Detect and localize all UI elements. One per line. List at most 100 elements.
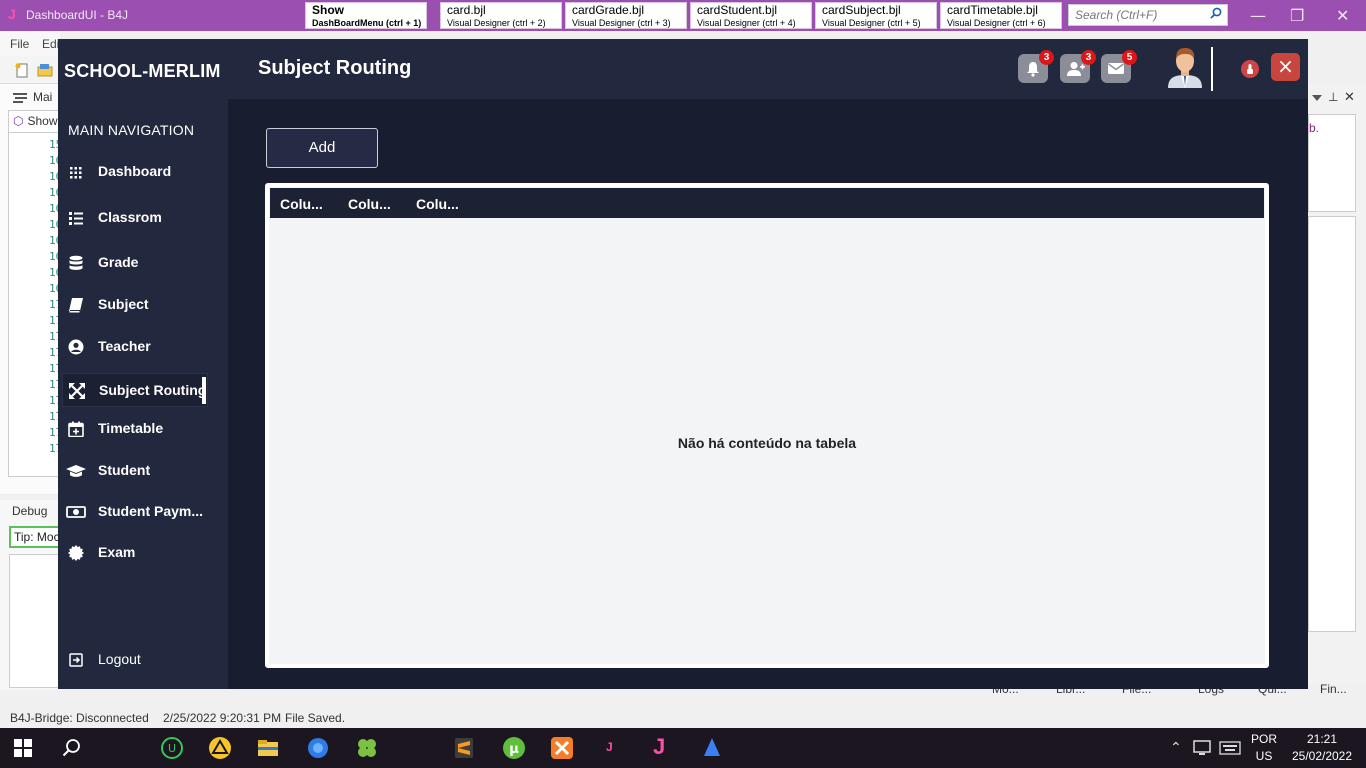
avatar[interactable] <box>1166 46 1204 88</box>
sidebar-item-teacher[interactable]: Teacher <box>62 330 208 364</box>
search-icon <box>1210 7 1222 19</box>
menu-file[interactable]: File <box>10 37 29 51</box>
upwork-app-icon[interactable]: U <box>160 736 184 760</box>
windows-start-icon[interactable] <box>14 739 32 757</box>
code-editor[interactable]: 15 16 16 16 16 16 16 16 16 16 17 17 17 1… <box>8 132 62 477</box>
ide-debug-label[interactable]: Debug <box>12 504 47 518</box>
open-folder-icon[interactable] <box>37 62 53 78</box>
firefox-icon[interactable] <box>306 736 330 760</box>
user-requests-button[interactable]: 3 <box>1060 50 1096 83</box>
ide-show-tab-label: Show <box>27 114 58 128</box>
b4j-icon[interactable]: J <box>653 734 665 760</box>
ide-tab-card-subject[interactable]: cardSubject.bjl Visual Designer (ctrl + … <box>815 2 937 29</box>
minimize-icon[interactable]: — <box>1250 6 1266 25</box>
chevron-up-icon[interactable]: ⌃ <box>1170 740 1182 756</box>
notifications-button[interactable]: 3 <box>1018 50 1054 83</box>
header-divider <box>1211 47 1213 91</box>
calendar-plus-icon <box>68 421 84 437</box>
main-content: Add Colu... Colu... Colu... Não há conte… <box>228 99 1308 689</box>
add-button[interactable]: Add <box>266 128 378 168</box>
ide-menubar: File Edi <box>0 31 60 56</box>
sidebar-item-label: Dashboard <box>98 163 172 179</box>
ide-debug-panel: Debug Tip: Moc <box>0 500 60 690</box>
sidebar-item-subject[interactable]: Subject <box>62 288 208 322</box>
column-header[interactable]: Colu... <box>348 196 391 212</box>
table-header: Colu... Colu... Colu... <box>270 188 1264 218</box>
display-icon[interactable] <box>1193 740 1211 756</box>
sidebar-item-grade[interactable]: Grade <box>62 246 208 280</box>
sidebar-item-subject-routing[interactable]: Subject Routing <box>62 373 208 407</box>
messages-button[interactable]: 5 <box>1101 50 1137 83</box>
ide-right-panel: ⊥ ✕ b. <box>1308 84 1366 684</box>
sidebar-item-label: Exam <box>98 544 136 560</box>
utorrent-icon[interactable]: μ <box>502 736 526 760</box>
sidebar-item-student-payment[interactable]: Student Paym... <box>62 495 208 529</box>
ide-tab-sub: Visual Designer (ctrl + 2) <box>447 18 546 28</box>
sidebar-item-label: Timetable <box>98 420 164 436</box>
sublime-text-icon[interactable] <box>452 736 476 760</box>
close-icon: × <box>1277 54 1294 78</box>
sidebar-item-exam[interactable]: Exam <box>62 536 208 570</box>
ide-tab-card-timetable[interactable]: cardTimetable.bjl Visual Designer (ctrl … <box>940 2 1062 29</box>
ide-tab-card[interactable]: card.bjl Visual Designer (ctrl + 2) <box>440 2 562 29</box>
keyboard-icon[interactable] <box>1219 741 1241 755</box>
status-timestamp: 2/25/2022 9:20:31 PM <box>163 711 282 725</box>
brand-title: SCHOOL-MERLIM <box>64 61 221 81</box>
sidebar-item-label: Subject <box>98 296 149 312</box>
drive-app-icon[interactable] <box>208 736 232 760</box>
sidebar-item-student[interactable]: Student <box>62 454 208 488</box>
ide-show-tab[interactable]: ⬡ Show <box>8 110 60 132</box>
chevron-down-icon[interactable] <box>1312 94 1322 102</box>
ide-tab-name: cardTimetable.bjl <box>947 3 1038 17</box>
logout-button[interactable]: Logout <box>62 643 208 677</box>
new-file-icon[interactable] <box>14 62 30 78</box>
app-icon-blue[interactable] <box>700 736 724 760</box>
keyboard-layout-label: US <box>1255 749 1273 763</box>
sidebar-item-dashboard[interactable]: Dashboard <box>62 155 208 189</box>
sidebar-item-label: Grade <box>98 254 139 270</box>
pin-icon[interactable]: ⊥ <box>1328 90 1338 104</box>
bridge-status: B4J-Bridge: Disconnected <box>10 711 149 725</box>
sidebar-item-timetable[interactable]: Timetable <box>62 412 208 446</box>
sidebar-item-classrom[interactable]: Classrom <box>62 201 208 235</box>
column-header[interactable]: Colu... <box>280 196 323 212</box>
ide-right-panel-box2 <box>1308 216 1356 632</box>
file-explorer-icon[interactable] <box>256 736 280 760</box>
clock[interactable]: 21:21 25/02/2022 <box>1290 731 1354 765</box>
svg-text:μ: μ <box>509 742 519 757</box>
school-merlim-window: SCHOOL-MERLIM Subject Routing 3 3 5 × MA… <box>58 39 1308 689</box>
ide-tab-name: cardGrade.bjl <box>572 3 645 17</box>
ide-tab-sub: Visual Designer (ctrl + 3) <box>572 18 671 28</box>
app-close-button[interactable]: × <box>1271 53 1300 81</box>
xampp-icon[interactable] <box>550 736 574 760</box>
ide-search-input[interactable]: Search (Ctrl+F) <box>1068 4 1228 26</box>
menu-edit[interactable]: Edi <box>42 37 59 51</box>
column-header[interactable]: Colu... <box>416 196 459 212</box>
sidebar-item-label: Student Paym... <box>98 503 204 519</box>
ide-right-text: b. <box>1309 121 1320 135</box>
power-button[interactable] <box>1241 60 1259 78</box>
tab-find[interactable]: Fin... <box>1320 682 1347 696</box>
language-indicator[interactable]: POR US <box>1250 731 1278 765</box>
bell-icon <box>1027 62 1039 77</box>
restore-icon[interactable]: ❐ <box>1290 6 1304 25</box>
ide-tab-card-student[interactable]: cardStudent.bjl Visual Designer (ctrl + … <box>690 2 812 29</box>
window-close-icon[interactable]: ✕ <box>1336 6 1349 25</box>
svg-text:U: U <box>168 742 176 755</box>
taskbar: U μ J J ⌃ POR US 21:21 25/02/2022 <box>0 728 1366 768</box>
panel-close-icon[interactable]: ✕ <box>1344 90 1355 105</box>
empty-table-message: Não há conteúdo na tabela <box>677 435 857 451</box>
sidebar-item-label: Subject Routing <box>99 382 207 398</box>
clock-date: 25/02/2022 <box>1291 749 1353 763</box>
taskbar-search-icon[interactable] <box>62 738 82 758</box>
app-header: SCHOOL-MERLIM Subject Routing 3 3 5 × <box>58 39 1308 99</box>
ide-debug-box <box>9 554 60 688</box>
b4j-small-icon[interactable]: J <box>606 740 613 754</box>
ide-window-title: DashboardUI - B4J <box>26 8 129 22</box>
ide-tab-card-grade[interactable]: cardGrade.bjl Visual Designer (ctrl + 3) <box>565 2 687 29</box>
ide-statusbar: B4J-Bridge: Disconnected 2/25/2022 9:20:… <box>0 706 1366 728</box>
clover-app-icon[interactable] <box>355 736 379 760</box>
subject-routing-table[interactable]: Colu... Colu... Colu... Não há conteúdo … <box>265 183 1269 668</box>
ide-tab-show[interactable]: Show DashBoardMenu (ctrl + 1) <box>305 2 427 29</box>
arrows-icon <box>69 383 85 399</box>
